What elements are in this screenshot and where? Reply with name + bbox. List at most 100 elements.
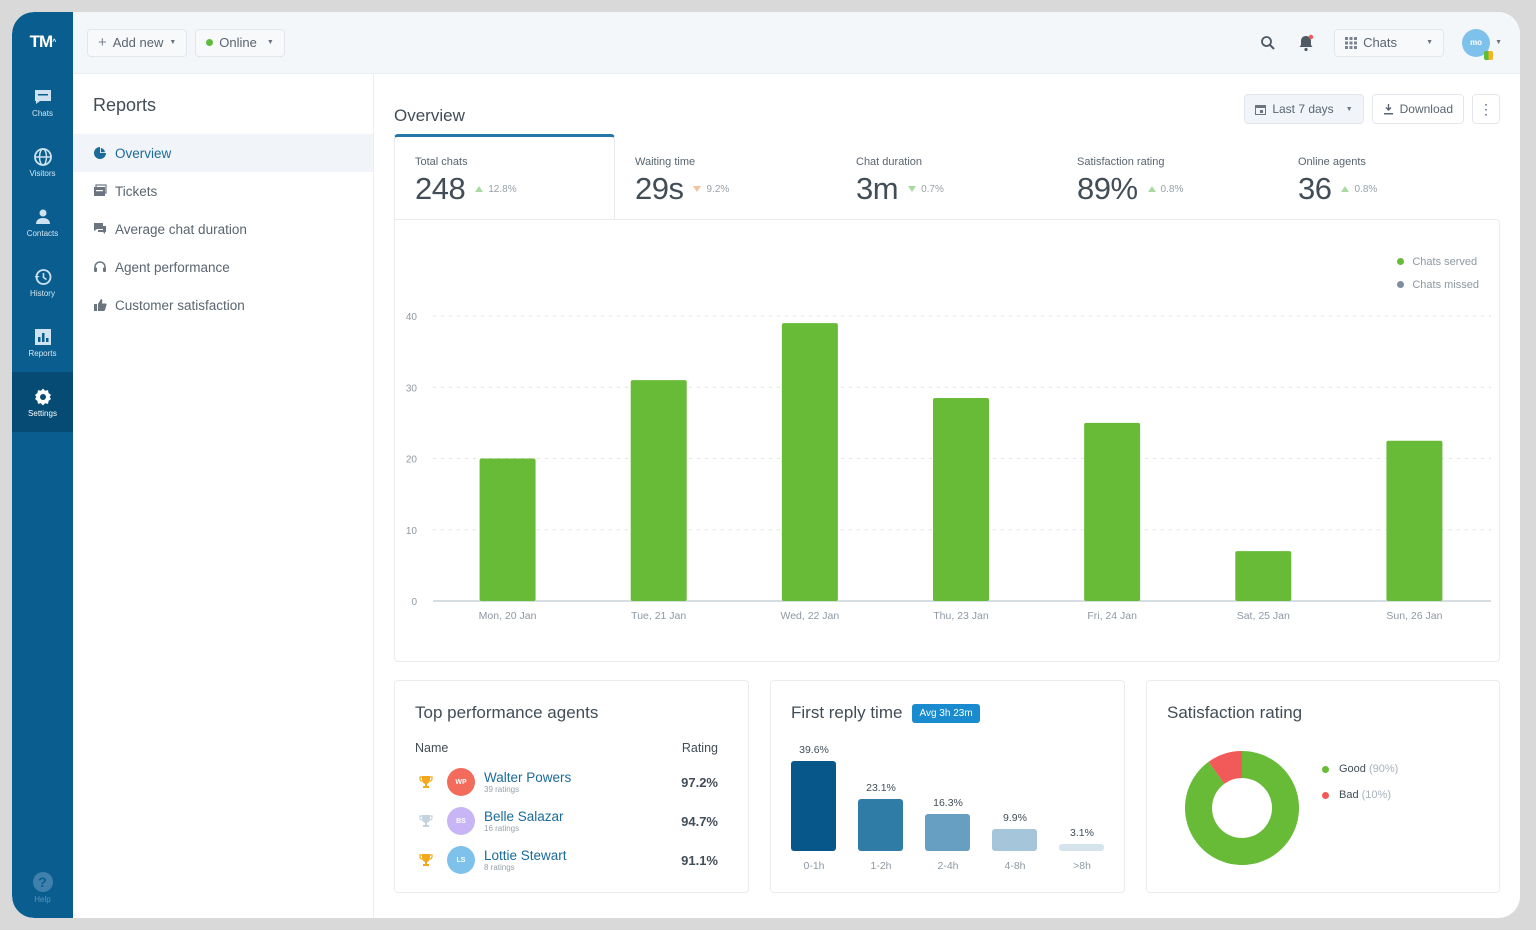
agent-ratings-count: 39 ratings bbox=[484, 785, 520, 794]
stat-tab-online-agents[interactable]: Online agents 36 0.8% bbox=[1278, 134, 1499, 220]
column-header-rating: Rating bbox=[681, 741, 718, 755]
gear-icon bbox=[34, 388, 51, 405]
app-switcher-dropdown[interactable]: Chats ▼ bbox=[1334, 28, 1445, 57]
satisfaction-legend: Good (90%) Bad (10%) bbox=[1322, 756, 1398, 808]
page-title: Overview bbox=[394, 106, 465, 125]
ticket-icon bbox=[94, 184, 107, 196]
agent-rating: 97.2% bbox=[681, 774, 718, 790]
bar-chats-served[interactable] bbox=[781, 323, 838, 601]
sidebar-title: Reports bbox=[93, 95, 157, 115]
reply-time-bar[interactable] bbox=[925, 813, 970, 851]
stat-tab-total-chats[interactable]: Total chats 248 12.8% bbox=[394, 134, 615, 220]
card-title: First reply time bbox=[791, 703, 903, 722]
grid-icon bbox=[1345, 36, 1358, 49]
legend-item-chats-missed[interactable]: Chats missed bbox=[1397, 273, 1479, 296]
agent-rating: 91.1% bbox=[681, 852, 718, 868]
logo: TM ^ bbox=[29, 32, 57, 51]
user-menu[interactable]: mo ▼ bbox=[1462, 28, 1502, 60]
status-dropdown[interactable]: Online ▼ bbox=[195, 28, 285, 57]
bar-category-label: 4-8h bbox=[1004, 860, 1026, 872]
chevron-down-icon: ▼ bbox=[1495, 39, 1502, 46]
download-button[interactable]: Download bbox=[1371, 94, 1464, 124]
app-window: TM ^ Chats Visitors Contacts History Repo… bbox=[12, 12, 1520, 918]
top-bar: + Add new ▼ Online ▼ Chats ▼ mo ▼ bbox=[73, 12, 1520, 74]
reply-time-bar[interactable] bbox=[992, 828, 1037, 851]
bar-chats-served[interactable] bbox=[1084, 422, 1141, 601]
sidebar-item-overview[interactable]: Overview bbox=[73, 134, 373, 172]
top-agents-card: Top performance agents Name Rating WP Wal… bbox=[394, 680, 749, 893]
nav-item-settings[interactable]: Settings bbox=[12, 372, 73, 432]
legend-dot-icon bbox=[1322, 791, 1329, 799]
chart-legend: Chats served Chats missed bbox=[1397, 250, 1479, 296]
reply-time-bar[interactable] bbox=[858, 798, 903, 851]
plus-icon: + bbox=[98, 34, 107, 51]
chats-chart-card: 0 10 20 30 40 Mon, 20 Jan Tue, 21 Jan Wed, 22 J… bbox=[394, 219, 1500, 662]
add-new-button[interactable]: + Add new ▼ bbox=[87, 28, 188, 57]
bar-value-label: 3.1% bbox=[1070, 826, 1094, 839]
notifications-button[interactable] bbox=[1296, 33, 1316, 53]
search-button[interactable] bbox=[1258, 33, 1278, 53]
x-tick-label: Sun, 26 Jan bbox=[1386, 610, 1442, 622]
nav-item-visitors[interactable]: Visitors bbox=[12, 132, 73, 192]
y-tick-label: 30 bbox=[406, 383, 418, 394]
bar-value-label: 39.6% bbox=[799, 744, 829, 756]
stat-tab-satisfaction-rating[interactable]: Satisfaction rating 89% 0.8% bbox=[1057, 134, 1278, 220]
reply-time-bar[interactable] bbox=[1059, 843, 1104, 851]
nav-item-history[interactable]: History bbox=[12, 252, 73, 312]
more-options-button[interactable]: ⋮ bbox=[1472, 94, 1500, 124]
agent-avatar: LS bbox=[447, 846, 475, 874]
agent-name-link[interactable]: Lottie Stewart bbox=[484, 848, 567, 863]
trophy-icon bbox=[415, 814, 437, 828]
sidebar-item-customer-satisfaction[interactable]: Customer satisfaction bbox=[73, 286, 373, 324]
chevron-down-icon: ▼ bbox=[1345, 105, 1353, 113]
sidebar-item-average-chat-duration[interactable]: Average chat duration bbox=[73, 210, 373, 248]
sidebar-item-agent-performance[interactable]: Agent performance bbox=[73, 248, 373, 286]
agent-name-link[interactable]: Walter Powers bbox=[484, 770, 571, 785]
card-title: Satisfaction rating bbox=[1167, 703, 1303, 722]
agent-rating: 94.7% bbox=[681, 813, 718, 829]
agent-row: LS Lottie Stewart 8 ratings 91.1% bbox=[415, 841, 718, 879]
nav-item-contacts[interactable]: Contacts bbox=[12, 192, 73, 252]
x-tick-label: Mon, 20 Jan bbox=[479, 610, 537, 622]
nav-item-chats[interactable]: Chats bbox=[12, 72, 73, 132]
bar-category-label: 1-2h bbox=[870, 860, 892, 872]
nav-item-reports[interactable]: Reports bbox=[12, 312, 73, 372]
reply-time-bar[interactable] bbox=[791, 761, 836, 851]
bar-chats-served[interactable] bbox=[1235, 551, 1292, 601]
bar-chats-served[interactable] bbox=[630, 380, 687, 601]
first-reply-time-card: First reply time Avg 3h 23m 39.6% 0-1h 23.1… bbox=[770, 680, 1125, 893]
chat-icon bbox=[34, 89, 51, 104]
trend-down-icon bbox=[693, 186, 702, 192]
nav-item-help[interactable]: ? Help bbox=[12, 872, 73, 904]
agent-avatar: BS bbox=[447, 807, 475, 835]
chevron-down-icon: ▼ bbox=[1426, 39, 1434, 46]
card-title: Top performance agents bbox=[415, 703, 599, 722]
reports-sidebar: Reports Overview Tickets Average chat du… bbox=[73, 74, 374, 918]
bar-chats-served[interactable] bbox=[1386, 440, 1443, 601]
y-tick-label: 40 bbox=[406, 312, 418, 323]
bar-chats-served[interactable] bbox=[479, 458, 536, 602]
bar-chats-served[interactable] bbox=[933, 397, 989, 601]
stat-tabs: Total chats 248 12.8% Waiting time 29s 9… bbox=[394, 134, 1500, 220]
bar-category-label: 2-4h bbox=[937, 860, 959, 872]
legend-dot-icon bbox=[1322, 765, 1329, 773]
bar-value-label: 16.3% bbox=[933, 796, 963, 809]
agent-name-link[interactable]: Belle Salazar bbox=[484, 809, 564, 824]
legend-dot-icon bbox=[1397, 281, 1405, 288]
sidebar-item-tickets[interactable]: Tickets bbox=[73, 172, 373, 210]
legend-item-good: Good (90%) bbox=[1322, 756, 1398, 782]
x-tick-label: Thu, 23 Jan bbox=[933, 610, 989, 622]
legend-dot-icon bbox=[1397, 258, 1405, 265]
trophy-icon bbox=[415, 775, 437, 789]
date-range-dropdown[interactable]: Last 7 days ▼ bbox=[1244, 94, 1364, 124]
stat-tab-waiting-time[interactable]: Waiting time 29s 9.2% bbox=[615, 134, 836, 220]
legend-item-chats-served[interactable]: Chats served bbox=[1397, 250, 1479, 273]
column-header-name: Name bbox=[415, 741, 449, 755]
y-tick-label: 0 bbox=[411, 597, 417, 608]
user-avatar: mo bbox=[1462, 28, 1494, 60]
person-icon bbox=[35, 209, 50, 224]
agent-ratings-count: 8 ratings bbox=[484, 863, 515, 872]
download-icon bbox=[1383, 103, 1393, 114]
main-content: Overview Last 7 days ▼ Download ⋮ Total … bbox=[374, 74, 1520, 918]
stat-tab-chat-duration[interactable]: Chat duration 3m 0.7% bbox=[836, 134, 1057, 220]
